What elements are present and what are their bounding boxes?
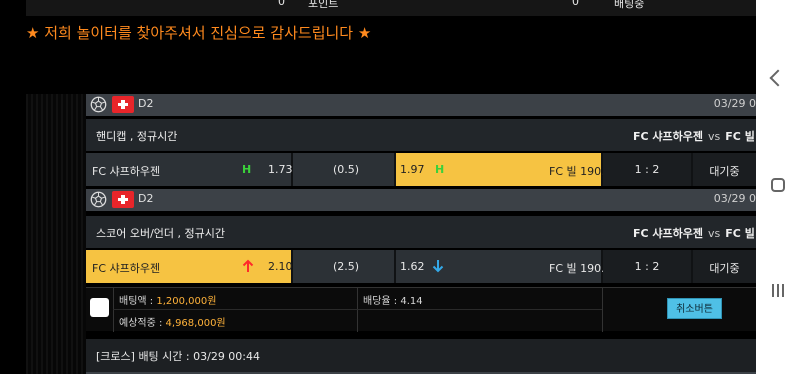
score-cell: 1 : 2 xyxy=(603,250,691,283)
switzerland-flag-icon xyxy=(112,96,134,113)
away-name: FC 빌 190.. xyxy=(549,262,609,275)
divider xyxy=(113,288,114,332)
away-odds-button[interactable]: 1.62 FC 빌 190.. xyxy=(396,250,608,283)
home-odds-button[interactable]: FC 샤프하우젠 H 1.73 xyxy=(86,153,293,186)
cross-bet-header: [크로스] 배팅 시간 : 03/29 00:44 xyxy=(86,339,756,372)
away-mark: H xyxy=(435,163,445,176)
away-odds: 1.97 xyxy=(400,163,425,176)
match-date: 03/29 0 xyxy=(713,97,756,110)
odds-row: FC 샤프하우젠 H 1.73 (0.5) 1.97 H FC 빌 190.. … xyxy=(86,153,756,186)
divider xyxy=(113,309,602,310)
home-name: FC 샤프하우젠 xyxy=(92,262,161,275)
top-summary-bar: 0 포인트 0 배팅중 xyxy=(26,0,756,16)
odds-total: 배당율 : 4.14 xyxy=(363,292,423,307)
home-team: FC 샤프하우젠 xyxy=(633,227,704,240)
home-odds: 2.10 xyxy=(268,260,293,273)
odds-row: FC 샤프하우젠 2.10 (2.5) 1.62 FC 빌 190.. 1 : … xyxy=(86,250,756,283)
home-odds: 1.73 xyxy=(268,163,293,176)
arrow-up-icon xyxy=(242,259,254,272)
vs-label: vs xyxy=(708,130,721,143)
away-odds: 1.62 xyxy=(400,260,425,273)
home-odds-button-selected[interactable]: FC 샤프하우젠 2.10 xyxy=(86,250,293,283)
status: 대기중 xyxy=(709,262,740,275)
league-header: D2 03/29 0 xyxy=(86,94,756,116)
home-icon[interactable] xyxy=(771,178,785,192)
betting-value: 0 xyxy=(572,0,579,8)
odds-label: 배당율 : xyxy=(363,296,401,307)
market-name: 핸디캡 , 정규시간 xyxy=(96,130,178,143)
match-title: FC 샤프하우젠 vs FC 빌 19 xyxy=(633,225,774,241)
league-name: D2 xyxy=(138,97,154,110)
status-cell: 대기중 xyxy=(693,250,756,283)
odds-value: 4.14 xyxy=(400,296,423,307)
points-value: 0 xyxy=(278,0,285,8)
bet-summary-panel: 배팅액 : 1,200,000원 배당율 : 4.14 예상적중 : 4,968… xyxy=(86,287,756,332)
back-icon[interactable] xyxy=(769,69,787,87)
recent-apps-icon[interactable] xyxy=(772,284,784,297)
line-cell[interactable]: (0.5) xyxy=(293,153,394,186)
market-header: 스코어 오버/언더 , 정규시간 FC 샤프하우젠 vs FC 빌 19 xyxy=(86,216,774,248)
divider xyxy=(602,288,603,332)
expected-value: 4,968,000원 xyxy=(165,318,226,329)
score-cell: 1 : 2 xyxy=(603,153,691,186)
home-team: FC 샤프하우젠 xyxy=(633,130,704,143)
expected-win: 예상적중 : 4,968,000원 xyxy=(119,314,226,329)
switzerland-flag-icon xyxy=(112,191,134,208)
score: 1 : 2 xyxy=(634,163,660,176)
bet-amount-value: 1,200,000원 xyxy=(156,296,217,307)
points-label: 포인트 xyxy=(308,0,339,10)
away-name: FC 빌 190.. xyxy=(549,165,609,178)
home-mark: H xyxy=(242,163,252,176)
divider xyxy=(357,288,358,332)
market-name: 스코어 오버/언더 , 정규시간 xyxy=(96,227,226,240)
match-title: FC 샤프하우젠 vs FC 빌 19 xyxy=(633,128,774,144)
line-cell[interactable]: (2.5) xyxy=(293,250,394,283)
cross-bet-time: [크로스] 배팅 시간 : 03/29 00:44 xyxy=(96,350,261,363)
soccer-ball-icon xyxy=(90,191,107,208)
welcome-message: ★ 저희 놀이터를 찾아주셔서 진심으로 감사드립니다 ★ xyxy=(26,24,372,42)
cancel-button[interactable]: 취소버튼 xyxy=(667,298,722,319)
match-date: 03/29 0 xyxy=(713,192,756,205)
league-name: D2 xyxy=(138,192,154,205)
status: 대기중 xyxy=(709,165,740,178)
bet-amount-label: 배팅액 : xyxy=(119,296,157,307)
decorative-side-pattern xyxy=(26,94,86,374)
bet-amount: 배팅액 : 1,200,000원 xyxy=(119,292,216,307)
expected-label: 예상적중 : xyxy=(119,318,166,329)
system-navigation-bar xyxy=(756,0,800,374)
away-odds-button-selected[interactable]: 1.97 H FC 빌 190.. xyxy=(396,153,608,186)
arrow-down-icon xyxy=(432,260,444,273)
league-header: D2 03/29 0 xyxy=(86,189,756,211)
status-cell: 대기중 xyxy=(693,153,756,186)
market-header: 핸디캡 , 정규시간 FC 샤프하우젠 vs FC 빌 19 xyxy=(86,119,774,151)
select-checkbox[interactable] xyxy=(90,298,109,317)
soccer-ball-icon xyxy=(90,96,107,113)
score: 1 : 2 xyxy=(634,260,660,273)
home-name: FC 샤프하우젠 xyxy=(92,165,161,178)
vs-label: vs xyxy=(708,227,721,240)
line-value: (2.5) xyxy=(333,260,360,273)
betting-label: 배팅중 xyxy=(614,0,645,10)
line-value: (0.5) xyxy=(333,163,360,176)
